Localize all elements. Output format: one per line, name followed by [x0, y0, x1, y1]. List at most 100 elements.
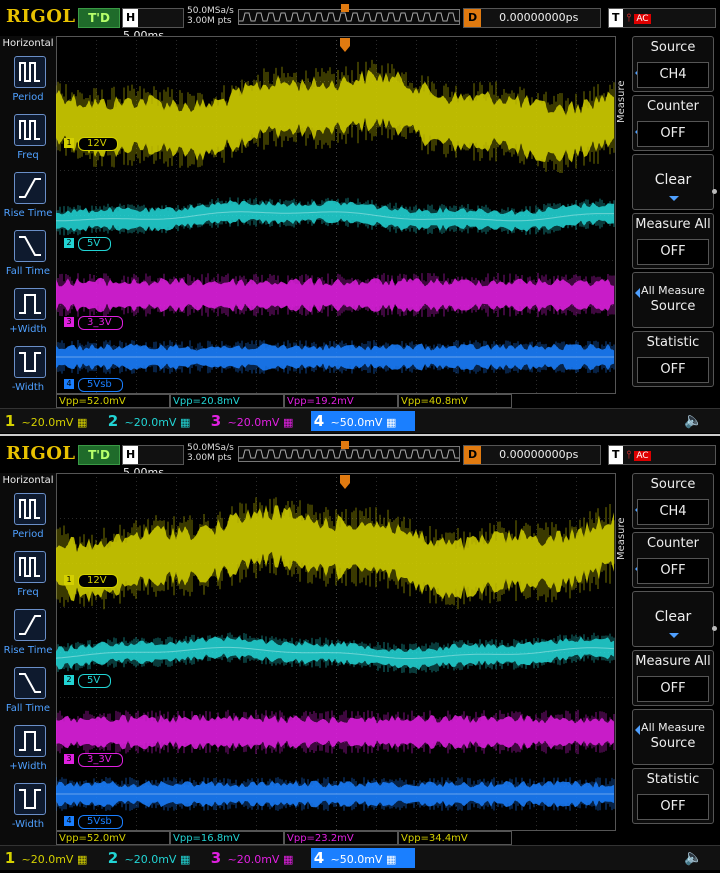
statistic-value: OFF	[637, 794, 709, 820]
fall-time-label: Fall Time	[5, 266, 51, 277]
channel-2-marker-icon[interactable]: 2	[64, 238, 74, 248]
rise-time-button[interactable]	[14, 609, 46, 641]
down-arrow-icon	[669, 196, 679, 201]
horizontal-scale-display[interactable]: H5.00ms	[122, 445, 184, 479]
rise-time-button[interactable]	[14, 172, 46, 204]
source-title: Source	[650, 40, 696, 55]
delay-label: D	[464, 9, 482, 27]
channel-1-scale: 20.0mV	[30, 853, 74, 866]
channel-2-marker-icon[interactable]: 2	[64, 675, 74, 685]
horizontal-scale-display[interactable]: H5.00ms	[122, 8, 184, 42]
all-measure-title: All Measure	[641, 721, 705, 734]
clear-button[interactable]: Clear	[632, 591, 714, 647]
measurement-ch1: Vpp=52.0mV	[56, 394, 170, 408]
channel-3-marker-icon[interactable]: 3	[64, 317, 74, 327]
trigger-status: T'D	[78, 8, 120, 28]
speaker-icon[interactable]: 🔈	[684, 411, 703, 429]
fall-time-button[interactable]	[14, 230, 46, 262]
trigger-label: T	[609, 9, 623, 27]
speaker-icon[interactable]: 🔈	[684, 848, 703, 866]
channel-1-scale: 20.0mV	[30, 416, 74, 429]
sample-rate: 50.0MSa/s	[187, 443, 234, 453]
all-measure-source-button[interactable]: All Measure Source	[632, 272, 714, 328]
channel-3-button[interactable]: 3 ~20.0mV ▦	[208, 848, 308, 868]
trace-channel-4	[56, 340, 615, 374]
channel-1-marker-icon[interactable]: 1	[64, 138, 74, 148]
horizontal-measure-menu: Horizontal Period Freq Rise Time Fall Ti…	[0, 473, 57, 845]
measurement-ch1: Vpp=52.0mV	[56, 831, 170, 845]
period-button[interactable]	[14, 56, 46, 88]
rise-time-label: Rise Time	[3, 645, 53, 656]
channel-4-number: 4	[313, 849, 325, 867]
coupling-icon: ~	[124, 416, 134, 429]
all-measure-value: Source	[650, 299, 696, 314]
down-arrow-icon	[669, 633, 679, 638]
channel-3-marker-icon[interactable]: 3	[64, 754, 74, 764]
trigger-position-marker-icon	[341, 441, 349, 449]
channel-4-marker-icon[interactable]: 4	[64, 379, 74, 389]
waveform-display[interactable]: 12V 5V 3_3V 5Vsb	[56, 36, 616, 394]
positive-width-button[interactable]	[14, 725, 46, 757]
channel-4-label: 5Vsb	[78, 815, 123, 829]
acquisition-info: 50.0MSa/s 3.00M pts	[187, 6, 234, 26]
memory-waveform-strip	[238, 446, 460, 462]
bandwidth-limit-icon: ▦	[179, 416, 191, 429]
menu-page-dot	[712, 626, 717, 631]
channel-2-button[interactable]: 2 ~20.0mV ▦	[105, 411, 205, 431]
counter-button[interactable]: Counter OFF	[632, 532, 714, 588]
trigger-display[interactable]: T ⫯ AC	[608, 8, 716, 28]
waveform-canvas	[56, 36, 616, 394]
statistic-button[interactable]: Statistic OFF	[632, 331, 714, 387]
source-value: CH4	[637, 499, 709, 525]
fall-time-button[interactable]	[14, 667, 46, 699]
delay-display[interactable]: D 0.00000000ps	[463, 8, 601, 28]
statistic-value: OFF	[637, 357, 709, 383]
trace-channel-3	[56, 709, 615, 755]
rigol-logo: RIGOL	[6, 443, 76, 464]
channel-4-label: 5Vsb	[78, 378, 123, 392]
bandwidth-limit-icon: ▦	[76, 853, 88, 866]
bandwidth-limit-icon: ▦	[385, 416, 397, 429]
channel-3-label: 3_3V	[78, 316, 123, 330]
all-measure-source-button[interactable]: All Measure Source	[632, 709, 714, 765]
channel-4-button[interactable]: 4 ~50.0mV ▦	[311, 411, 415, 431]
channel-2-label: 5V	[78, 674, 112, 688]
coupling-icon: ~	[330, 853, 340, 866]
statistic-button[interactable]: Statistic OFF	[632, 768, 714, 824]
delay-display[interactable]: D 0.00000000ps	[463, 445, 601, 465]
source-button[interactable]: Source CH4	[632, 473, 714, 529]
counter-button[interactable]: Counter OFF	[632, 95, 714, 151]
coupling-icon: ~	[330, 416, 340, 429]
waveform-display[interactable]: 12V 5V 3_3V 5Vsb	[56, 473, 616, 831]
channel-4-scale: 50.0mV	[339, 416, 383, 429]
screen-divider	[0, 434, 720, 436]
channel-1-button[interactable]: 1 ~20.0mV ▦	[2, 411, 102, 431]
trace-channel-4	[56, 777, 615, 811]
channel-1-button[interactable]: 1 ~20.0mV ▦	[2, 848, 102, 868]
negative-width-button[interactable]	[14, 783, 46, 815]
measure-all-title: Measure All	[635, 654, 711, 669]
measure-all-button[interactable]: Measure All OFF	[632, 650, 714, 706]
freq-button[interactable]	[14, 114, 46, 146]
negative-width-button[interactable]	[14, 346, 46, 378]
bandwidth-limit-icon: ▦	[282, 853, 294, 866]
measurement-bar: Vpp=52.0mV Vpp=16.8mV Vpp=23.2mV Vpp=34.…	[56, 831, 516, 845]
trigger-display[interactable]: T ⫯ AC	[608, 445, 716, 465]
clear-title: Clear	[654, 609, 692, 625]
measurement-ch3: Vpp=19.2mV	[284, 394, 398, 408]
measure-all-button[interactable]: Measure All OFF	[632, 213, 714, 269]
positive-width-button[interactable]	[14, 288, 46, 320]
horizontal-label: H	[123, 446, 139, 464]
period-button[interactable]	[14, 493, 46, 525]
channel-4-button[interactable]: 4 ~50.0mV ▦	[311, 848, 415, 868]
channel-4-marker-icon[interactable]: 4	[64, 816, 74, 826]
clear-button[interactable]: Clear	[632, 154, 714, 210]
source-button[interactable]: Source CH4	[632, 36, 714, 92]
channel-2-label: 5V	[78, 237, 112, 251]
left-arrow-icon	[635, 725, 640, 735]
channel-2-button[interactable]: 2 ~20.0mV ▦	[105, 848, 205, 868]
channel-1-marker-icon[interactable]: 1	[64, 575, 74, 585]
channel-3-button[interactable]: 3 ~20.0mV ▦	[208, 411, 308, 431]
freq-button[interactable]	[14, 551, 46, 583]
menu-title: Horizontal	[2, 38, 54, 49]
